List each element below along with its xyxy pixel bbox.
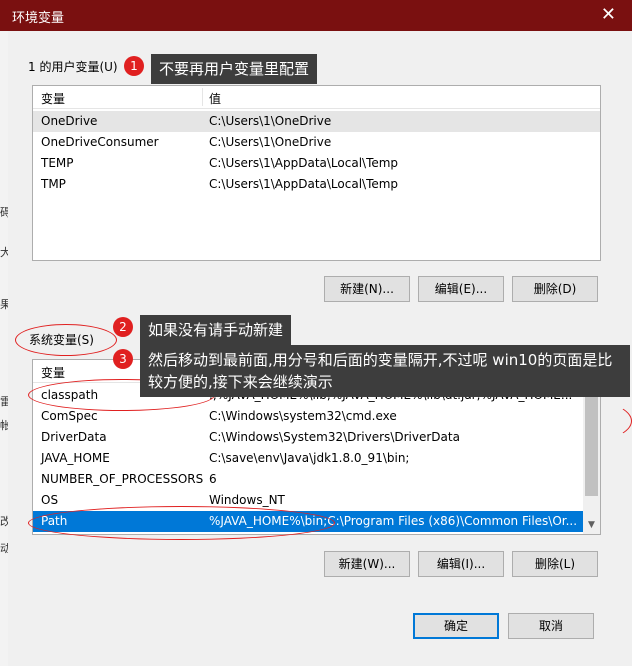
list-header: 变量 值: [33, 86, 600, 109]
table-row[interactable]: TMP C:\Users\1\AppData\Local\Temp: [33, 174, 600, 195]
annotation-callout: 如果没有请手动新建: [140, 315, 292, 345]
table-row[interactable]: TEMP C:\Users\1\AppData\Local\Temp: [33, 153, 600, 174]
var-name: DriverData: [41, 430, 107, 444]
var-value: C:\Users\1\OneDrive: [209, 135, 332, 149]
var-value: Windows_NT: [209, 493, 285, 507]
title-bar: 环境变量 ✕: [0, 0, 632, 31]
var-name: TEMP: [41, 156, 74, 170]
table-row[interactable]: OneDrive C:\Users\1\OneDrive: [33, 111, 600, 132]
user-delete-button[interactable]: 删除(D): [512, 276, 598, 302]
var-name: OneDrive: [41, 114, 98, 128]
var-value: 6: [209, 472, 217, 486]
annotation-callout: 不要再用户变量里配置: [151, 54, 318, 84]
system-delete-button[interactable]: 删除(L): [512, 551, 598, 577]
var-value: C:\Windows\system32\cmd.exe: [209, 409, 397, 423]
table-row[interactable]: NUMBER_OF_PROCESSORS 6: [33, 469, 583, 490]
ok-button[interactable]: 确定: [413, 613, 499, 639]
system-new-button[interactable]: 新建(W)...: [324, 551, 410, 577]
annotation-ellipse: [15, 324, 117, 356]
user-new-button[interactable]: 新建(N)...: [324, 276, 410, 302]
column-header-variable[interactable]: 变量: [41, 364, 65, 381]
table-row[interactable]: OneDriveConsumer C:\Users\1\OneDrive: [33, 132, 600, 153]
var-name: OneDriveConsumer: [41, 135, 159, 149]
background-window-edge: [0, 0, 8, 666]
var-value: C:\Windows\System32\Drivers\DriverData: [209, 430, 460, 444]
annotation-ellipse: [28, 506, 335, 540]
var-value: C:\Users\1\AppData\Local\Temp: [209, 177, 399, 191]
user-vars-label: 1 的用户变量(U): [26, 58, 120, 75]
column-header-variable[interactable]: 变量: [41, 90, 65, 107]
annotation-badge: 3: [113, 349, 133, 369]
cancel-button[interactable]: 取消: [508, 613, 594, 639]
annotation-badge: 2: [113, 317, 133, 337]
scroll-down-icon[interactable]: ▼: [583, 517, 600, 534]
system-edit-button[interactable]: 编辑(I)...: [418, 551, 504, 577]
table-row[interactable]: DriverData C:\Windows\System32\Drivers\D…: [33, 427, 583, 448]
user-edit-button[interactable]: 编辑(E)...: [418, 276, 504, 302]
var-name: OS: [41, 493, 59, 507]
column-header-value[interactable]: 值: [209, 90, 221, 107]
var-name: JAVA_HOME: [41, 451, 110, 465]
var-value: C:\save\env\Java\jdk1.8.0_91\bin;: [209, 451, 410, 465]
var-value: C:\Users\1\AppData\Local\Temp: [209, 156, 399, 170]
window-title: 环境变量: [12, 11, 65, 26]
var-name: TMP: [41, 177, 66, 191]
column-separator[interactable]: [202, 88, 203, 106]
var-name: NUMBER_OF_PROCESSORS: [41, 472, 204, 486]
close-icon[interactable]: ✕: [601, 4, 616, 25]
annotation-arc: [540, 400, 632, 442]
var-name: ComSpec: [41, 409, 98, 423]
table-row[interactable]: JAVA_HOME C:\save\env\Java\jdk1.8.0_91\b…: [33, 448, 583, 469]
annotation-callout: 然后移动到最前面,用分号和后面的变量隔开,不过呢 win10的页面是比较方便的,…: [140, 345, 630, 397]
var-value: C:\Users\1\OneDrive: [209, 114, 332, 128]
user-vars-list[interactable]: 变量 值 OneDrive C:\Users\1\OneDrive OneDri…: [32, 85, 601, 261]
annotation-badge: 1: [124, 56, 144, 76]
